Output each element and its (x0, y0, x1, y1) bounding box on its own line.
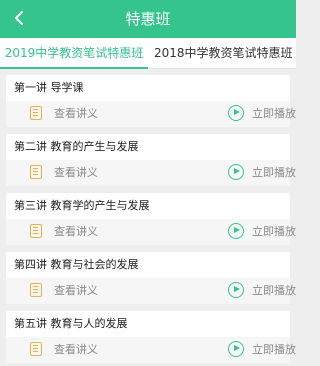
document-icon (30, 342, 42, 356)
lesson-actions: 查看讲义 立即播放 (6, 278, 296, 304)
play-now-button[interactable]: 立即播放 (150, 219, 296, 245)
play-now-label: 立即播放 (252, 225, 296, 238)
play-now-button[interactable]: 立即播放 (150, 160, 296, 186)
lesson-title: 第三讲 教育学的产生与发展 (14, 199, 150, 212)
lesson-actions: 查看讲义 立即播放 (6, 219, 296, 245)
page-title: 特惠班 (125, 10, 171, 28)
play-circle-icon (228, 282, 244, 298)
play-now-label: 立即播放 (252, 107, 296, 120)
play-now-label: 立即播放 (252, 166, 296, 179)
lesson-title: 第一讲 导学课 (14, 81, 84, 94)
play-now-label: 立即播放 (252, 284, 296, 297)
play-circle-icon (228, 223, 244, 239)
lesson-actions: 查看讲义 立即播放 (6, 101, 296, 127)
document-icon (30, 106, 42, 120)
tab-bar: 2019中学教资笔试特惠班 2018中学教资笔试特惠班 (0, 38, 296, 69)
view-notes-button[interactable]: 查看讲义 (6, 278, 146, 304)
active-tab-indicator (0, 67, 148, 69)
view-notes-button[interactable]: 查看讲义 (6, 101, 146, 127)
lesson-card: 第二讲 教育的产生与发展 查看讲义 立即播放 (6, 134, 296, 186)
lesson-actions: 查看讲义 立即播放 (6, 337, 296, 363)
lesson-card: 第三讲 教育学的产生与发展 查看讲义 立即播放 (6, 193, 296, 245)
document-icon (30, 224, 42, 238)
view-notes-label: 查看讲义 (54, 284, 98, 297)
lesson-card: 第一讲 导学课 查看讲义 立即播放 (6, 75, 296, 127)
document-icon (30, 165, 42, 179)
view-notes-label: 查看讲义 (54, 166, 98, 179)
tab-2018-special-class[interactable]: 2018中学教资笔试特惠班 (154, 38, 296, 68)
play-circle-icon (228, 164, 244, 180)
app-header: 特惠班 (0, 0, 296, 38)
document-icon (30, 283, 42, 297)
view-notes-label: 查看讲义 (54, 107, 98, 120)
view-notes-label: 查看讲义 (54, 343, 98, 356)
play-now-label: 立即播放 (252, 343, 296, 356)
lesson-card: 第五讲 教育与人的发展 查看讲义 立即播放 (6, 311, 296, 363)
view-notes-button[interactable]: 查看讲义 (6, 219, 146, 245)
lesson-title: 第四讲 教育与社会的发展 (14, 258, 139, 271)
play-now-button[interactable]: 立即播放 (150, 278, 296, 304)
lesson-actions: 查看讲义 立即播放 (6, 160, 296, 186)
view-notes-label: 查看讲义 (54, 225, 98, 238)
lesson-card: 第四讲 教育与社会的发展 查看讲义 立即播放 (6, 252, 296, 304)
play-now-button[interactable]: 立即播放 (150, 337, 296, 363)
lesson-title: 第五讲 教育与人的发展 (14, 317, 128, 330)
play-circle-icon (228, 341, 244, 357)
play-circle-icon (228, 105, 244, 121)
view-notes-button[interactable]: 查看讲义 (6, 337, 146, 363)
play-now-button[interactable]: 立即播放 (150, 101, 296, 127)
view-notes-button[interactable]: 查看讲义 (6, 160, 146, 186)
tab-2019-special-class[interactable]: 2019中学教资笔试特惠班 (0, 38, 148, 68)
lesson-title: 第二讲 教育的产生与发展 (14, 140, 139, 153)
